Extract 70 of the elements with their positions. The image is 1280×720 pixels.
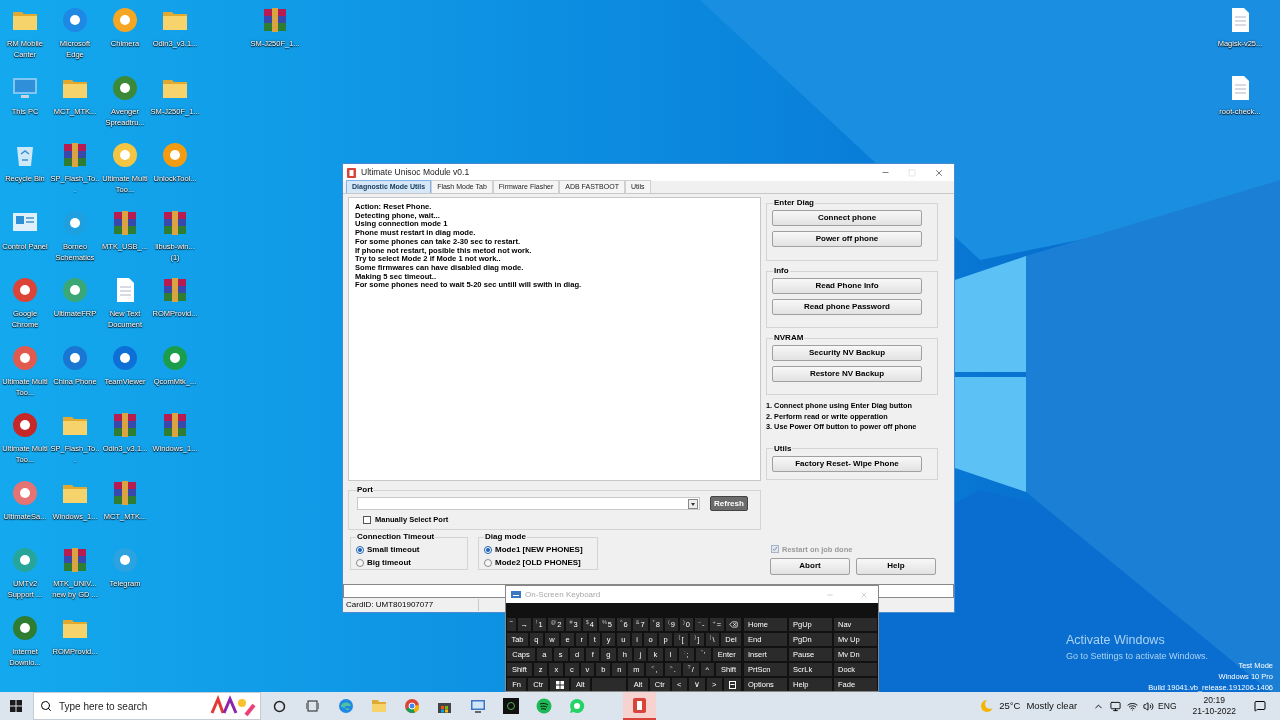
window-title: On-Screen Keyboard — [525, 588, 601, 601]
action-button[interactable]: Help — [856, 557, 936, 575]
refresh-button[interactable]: Refresh — [710, 496, 748, 511]
action-button[interactable]: Read phone Password — [772, 299, 922, 315]
radio-button[interactable] — [484, 558, 492, 567]
search-highlight-icon — [208, 695, 256, 717]
status-text: CardID: UMT801907077 — [343, 599, 479, 611]
weather-icon — [980, 698, 996, 714]
app-logo-icon[interactable] — [633, 697, 646, 713]
group-title: Utils — [773, 442, 793, 455]
app-icon — [110, 5, 140, 35]
volume-icon[interactable] — [1143, 700, 1155, 712]
app-icon — [10, 545, 40, 575]
menu-key[interactable] — [723, 678, 741, 691]
network-icon[interactable] — [1127, 700, 1139, 712]
app-logo-icon — [347, 167, 356, 178]
action-button[interactable]: Power off phone — [772, 231, 922, 247]
app-icon — [110, 545, 140, 575]
window-title: Ultimate Unisoc Module v0.1 — [361, 166, 470, 179]
radio-label: Mode2 [OLD PHONES] — [495, 556, 581, 569]
group-title: Info — [773, 265, 790, 277]
app-icon — [10, 275, 40, 305]
group-title: NVRAM — [773, 332, 805, 344]
chrome-icon[interactable] — [403, 698, 420, 714]
backspace-key[interactable] — [726, 618, 742, 631]
action-button[interactable]: Connect phone — [772, 210, 922, 226]
app-icon — [60, 5, 90, 35]
clock-time[interactable]: 20:19 — [1203, 695, 1225, 706]
monitor-icon[interactable] — [1110, 700, 1122, 712]
weather-condition: Mostly clear — [1026, 698, 1078, 713]
windows-logo-icon — [555, 680, 564, 689]
task-view-icon[interactable] — [306, 700, 319, 712]
app-icon — [110, 140, 140, 170]
backspace-icon — [729, 620, 739, 629]
action-button[interactable]: Factory Reset- Wipe Phone — [772, 455, 922, 472]
radio-button[interactable] — [484, 545, 492, 554]
radio-label: Small timeout — [367, 543, 420, 556]
keyboard-icon — [511, 591, 521, 598]
app-icon — [60, 275, 90, 305]
group-title: Connection Timeout — [356, 531, 436, 543]
terminal-icon[interactable] — [502, 698, 519, 714]
radio-label: Mode1 [NEW PHONES] — [495, 543, 583, 556]
radio-button[interactable] — [356, 545, 364, 554]
activation-title: Activate Windows — [1066, 632, 1166, 649]
app-icon — [10, 410, 40, 440]
action-button[interactable]: Abort — [770, 557, 850, 575]
clock-date[interactable]: 21-10-2022 — [1192, 706, 1236, 717]
action-button[interactable]: Security NV Backup — [772, 345, 922, 361]
action-button[interactable]: Restore NV Backup — [772, 366, 922, 382]
action-button[interactable]: Read Phone Info — [772, 278, 922, 294]
group-title: Port — [357, 484, 373, 496]
app-icon — [160, 140, 190, 170]
close-icon[interactable] — [934, 167, 944, 178]
group-title: Enter Diag — [773, 197, 815, 209]
cortana-icon[interactable] — [273, 699, 286, 713]
checkbox[interactable] — [363, 515, 371, 524]
menu-icon — [728, 680, 736, 689]
spotify-icon[interactable] — [535, 698, 552, 714]
windows-key[interactable] — [550, 678, 569, 691]
notification-icon[interactable] — [1254, 700, 1266, 712]
edge-icon[interactable] — [337, 698, 354, 714]
search-field[interactable]: Type here to search — [33, 692, 261, 720]
activation-subtitle: Go to Settings to activate Windows. — [1066, 649, 1209, 663]
radio-button[interactable] — [356, 558, 364, 567]
search-icon — [40, 700, 52, 712]
language-indicator[interactable]: ENG — [1158, 699, 1177, 713]
weather-temperature: 25°C — [999, 698, 1021, 713]
group-title: Diag mode — [484, 531, 527, 543]
start-icon[interactable] — [10, 700, 22, 712]
radio-label: Big timeout — [367, 556, 411, 569]
